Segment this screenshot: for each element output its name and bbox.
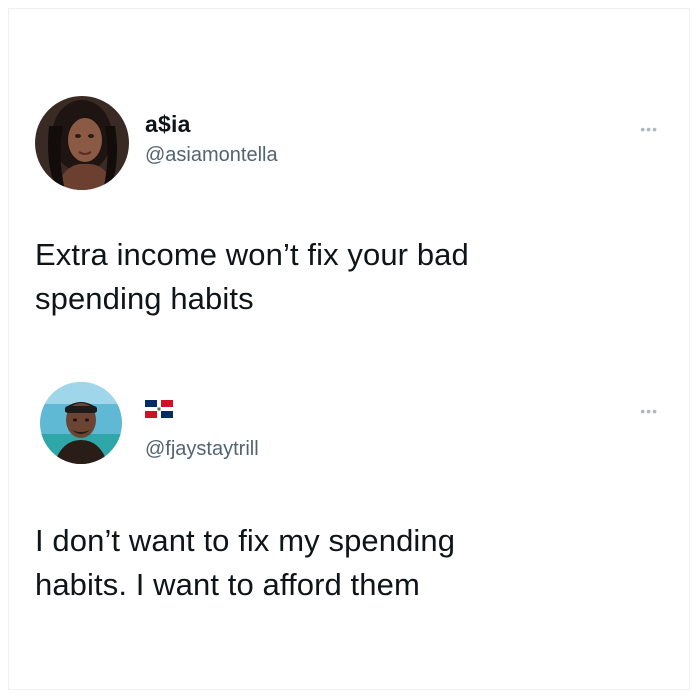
more-options-icon[interactable]: ••• <box>640 404 658 418</box>
tweet-text: Extra income won’t fix your bad spending… <box>35 233 665 321</box>
display-name[interactable] <box>145 396 259 424</box>
tweet-text-line: I don’t want to fix my spending <box>35 523 456 558</box>
tweet-author: @fjaystaytrill <box>145 396 259 462</box>
tweet-text-line: spending habits <box>35 281 254 316</box>
avatar[interactable] <box>35 96 129 190</box>
dominican-republic-flag-icon <box>145 400 173 418</box>
display-name[interactable]: a$ia <box>145 110 278 138</box>
avatar[interactable] <box>40 382 122 464</box>
tweet-author: a$ia @asiamontella <box>145 110 278 168</box>
tweet-text-line: habits. I want to afford them <box>35 567 420 602</box>
avatar-photo <box>40 382 122 464</box>
user-handle[interactable]: @asiamontella <box>145 142 278 168</box>
avatar-photo <box>35 96 129 190</box>
tweet-text-line: Extra income won’t fix your bad <box>35 237 469 272</box>
user-handle[interactable]: @fjaystaytrill <box>145 436 259 462</box>
more-options-icon[interactable]: ••• <box>640 122 658 136</box>
tweet-text: I don’t want to fix my spending habits. … <box>35 519 665 607</box>
